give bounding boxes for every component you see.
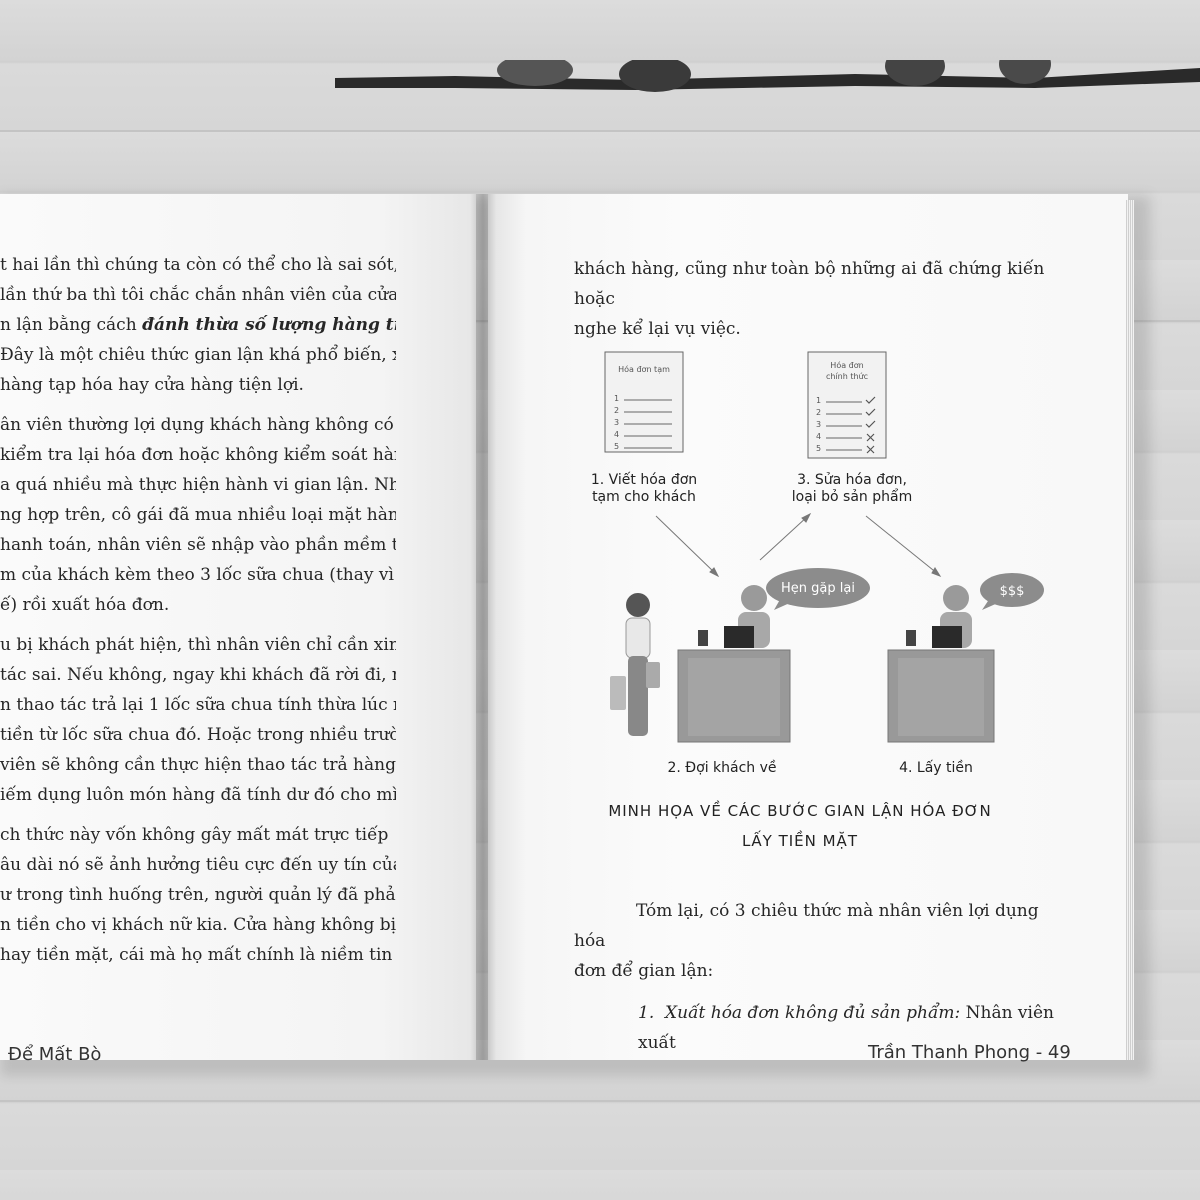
left-page-footer: Để Mất Bò xyxy=(8,1044,102,1065)
text-line: khách hàng, cũng như toàn bộ những ai đã… xyxy=(574,259,1045,309)
text-line: tiền từ lốc sữa chua đó. Hoặc trong nhiề… xyxy=(0,725,396,745)
step-3-label-line2: loại bỏ sản phẩm xyxy=(792,488,912,505)
text-line: hàng tạp hóa hay cửa hàng tiện lợi. xyxy=(0,375,304,395)
step-3-label: 3. Sửa hóa đơn, xyxy=(797,472,907,488)
bubble-text: Hẹn gặp lại xyxy=(781,581,855,596)
wall-plank-seam xyxy=(0,130,1200,132)
temporary-invoice-icon: Hóa đơn tạm 1 2 3 4 5 xyxy=(604,351,684,453)
invoice-line-number: 5 xyxy=(614,442,619,451)
invoice-line-number: 1 xyxy=(816,396,821,405)
cashier-1-figure xyxy=(677,585,791,743)
text-line: ng hợp trên, cô gái đã mua nhiều loại mặ… xyxy=(0,505,396,525)
text-line: ân viên thường lợi dụng khách hàng không… xyxy=(0,415,394,435)
invoice-line-number: 3 xyxy=(816,420,821,429)
right-page-top-text: khách hàng, cũng như toàn bộ những ai đã… xyxy=(574,254,1064,344)
text-line: Đây là một chiêu thức gian lận khá phổ b… xyxy=(0,345,396,365)
invoice-line-number: 5 xyxy=(816,444,821,453)
shopping-bag-icon xyxy=(610,676,626,710)
right-page-footer: Trần Thanh Phong - 49 xyxy=(868,1042,1071,1063)
invoice-line-number: 2 xyxy=(614,406,619,415)
step-2-label: 2. Đợi khách về xyxy=(667,759,776,776)
speech-bubble-2: $$$ xyxy=(980,573,1044,610)
speech-bubble-1: Hẹn gặp lại xyxy=(766,568,870,610)
step-1-label: 1. Viết hóa đơn xyxy=(591,471,697,488)
card-terminal-icon xyxy=(906,630,916,646)
left-page-text: t hai lần thì chúng ta còn có thể cho là… xyxy=(0,250,396,980)
text-line: viên sẽ không cần thực hiện thao tác trả… xyxy=(0,755,396,775)
invoice-line-number: 1 xyxy=(614,394,619,403)
official-invoice-icon: Hóa đơn chính thức 1 2 3 4 5 xyxy=(807,351,887,459)
text-line: iếm dụng luôn món hàng đã tính dư đó cho… xyxy=(0,785,396,805)
text-line: hanh toán, nhân viên sẽ nhập vào phần mề… xyxy=(0,535,396,555)
text-line: n tiền cho vị khách nữ kia. Cửa hàng khô… xyxy=(0,915,396,935)
book-gutter xyxy=(470,194,496,1060)
page-stack-edge xyxy=(1126,200,1134,1060)
invoice-line-number: 4 xyxy=(614,430,619,439)
text-line: n thao tác trả lại 1 lốc sữa chua tính t… xyxy=(0,695,396,715)
text-line: t hai lần thì chúng ta còn có thể cho là… xyxy=(0,255,396,275)
text-line: kiểm tra lại hóa đơn hoặc không kiểm soá… xyxy=(0,445,396,465)
right-page-summary: Tóm lại, có 3 chiêu thức mà nhân viên lợ… xyxy=(574,896,1064,1058)
step-4-label: 4. Lấy tiền xyxy=(899,759,973,776)
fraud-steps-illustration: Hóa đơn tạm 1 2 3 4 5 Hóa đơn chính thức… xyxy=(591,351,1044,776)
text-line: tác sai. Nếu không, ngay khi khách đã rờ… xyxy=(0,665,396,685)
card-terminal-icon xyxy=(698,630,708,646)
text-line: ư trong tình huống trên, người quản lý đ… xyxy=(0,885,396,905)
illustration-caption-line2: LẤY TIỀN MẶT xyxy=(742,832,858,850)
text-span: n lận bằng cách xyxy=(0,315,143,335)
list-item-emphasis: Xuất hóa đơn không đủ sản phẩm: xyxy=(665,1003,961,1023)
text-line: Tóm lại, có 3 chiêu thức mà nhân viên lợ… xyxy=(574,901,1039,951)
bubble-text: $$$ xyxy=(1000,584,1025,599)
invoice-line-number: 4 xyxy=(816,432,821,441)
customer-figure xyxy=(610,593,660,736)
shopping-bag-icon xyxy=(646,662,660,688)
branch-with-birds-decoration xyxy=(335,60,1200,92)
list-number: 1. xyxy=(638,1003,655,1023)
invoice-title: Hóa đơn tạm xyxy=(618,364,670,375)
wall-plank-seam xyxy=(0,1100,1200,1102)
step-1-label-line2: tạm cho khách xyxy=(592,489,696,505)
flow-arrows xyxy=(655,512,942,578)
text-line: ế) rồi xuất hóa đơn. xyxy=(0,595,170,615)
cashier-2-figure xyxy=(887,585,995,743)
text-line: m của khách kèm theo 3 lốc sữa chua (tha… xyxy=(0,565,396,585)
left-paragraph-1: t hai lần thì chúng ta còn có thể cho là… xyxy=(0,250,396,400)
illustration-caption: MINH HỌA VỀ CÁC BƯỚC GIAN LẬN HÓA ĐƠN xyxy=(608,802,992,820)
left-paragraph-3: u bị khách phát hiện, thì nhân viên chỉ … xyxy=(0,630,396,810)
invoice-line-number: 2 xyxy=(816,408,821,417)
text-line: n lận bằng cách đánh thừa số lượng hàng … xyxy=(0,310,396,340)
laptop-icon xyxy=(724,626,754,648)
text-line: ch thức này vốn không gây mất mát trực t… xyxy=(0,825,389,845)
emphasized-phrase: đánh thừa số lượng hàng trong xyxy=(142,315,396,335)
invoice-title: Hóa đơn xyxy=(830,360,863,370)
left-paragraph-2: ân viên thường lợi dụng khách hàng không… xyxy=(0,410,396,620)
left-paragraph-4: ch thức này vốn không gây mất mát trực t… xyxy=(0,820,396,970)
text-line: hay tiền mặt, cái mà họ mất chính là niề… xyxy=(0,945,396,965)
invoice-title: chính thức xyxy=(826,372,868,381)
text-line: lần thứ ba thì tôi chắc chắn nhân viên c… xyxy=(0,285,396,305)
invoice-line-number: 3 xyxy=(614,418,619,427)
text-line: u bị khách phát hiện, thì nhân viên chỉ … xyxy=(0,635,396,655)
text-line: âu dài nó sẽ ảnh hưởng tiêu cực đến uy t… xyxy=(0,855,396,875)
laptop-icon xyxy=(932,626,962,648)
text-line: đơn để gian lận: xyxy=(574,961,714,981)
text-line: a quá nhiều mà thực hiện hành vi gian lậ… xyxy=(0,475,396,495)
